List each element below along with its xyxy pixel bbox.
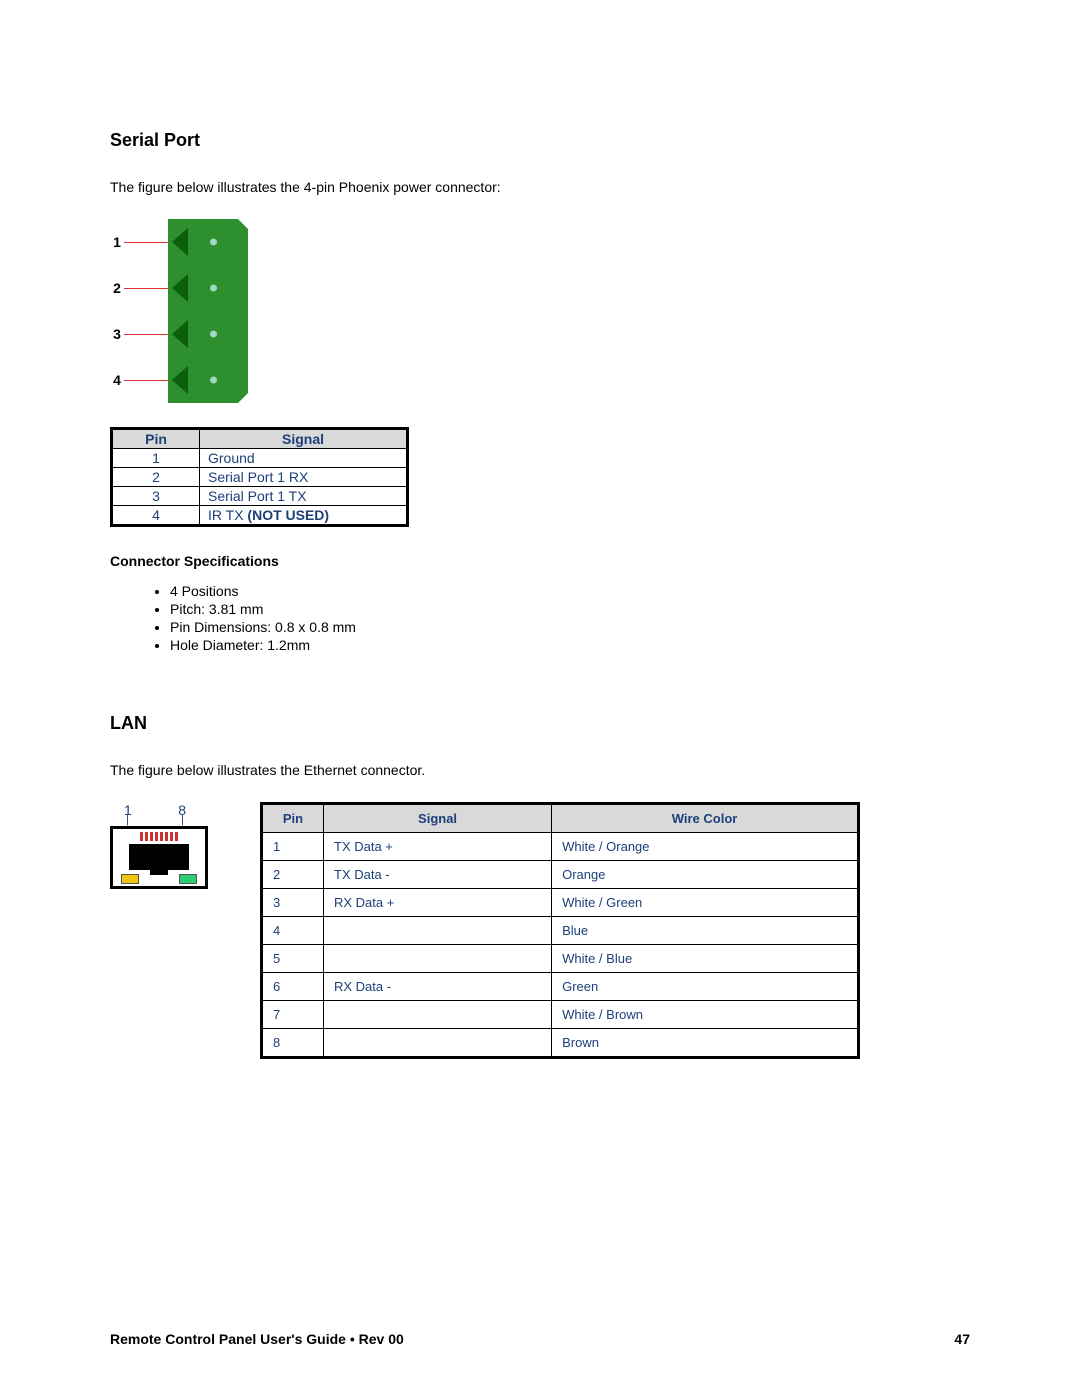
cell-signal bbox=[324, 917, 552, 945]
cell-pin: 7 bbox=[262, 1001, 324, 1029]
table-row: 4 Blue bbox=[262, 917, 859, 945]
list-item: Hole Diameter: 1.2mm bbox=[170, 637, 970, 653]
serial-port-pinout-table: Pin Signal 1 Ground 2 Serial Port 1 RX 3… bbox=[110, 427, 409, 527]
rj45-body bbox=[110, 826, 208, 889]
lan-pinout-table: Pin Signal Wire Color 1 TX Data + White … bbox=[260, 802, 860, 1059]
cell-pin: 8 bbox=[262, 1029, 324, 1058]
phoenix-leader-line bbox=[124, 288, 168, 289]
list-item: Pitch: 3.81 mm bbox=[170, 601, 970, 617]
list-item: 4 Positions bbox=[170, 583, 970, 599]
phoenix-connector-body bbox=[168, 357, 248, 403]
page-number: 47 bbox=[954, 1331, 970, 1347]
list-item: Pin Dimensions: 0.8 x 0.8 mm bbox=[170, 619, 970, 635]
cell-pin: 2 bbox=[112, 468, 200, 487]
content-area: Serial Port The figure below illustrates… bbox=[110, 130, 970, 1059]
cell-signal: Serial Port 1 TX bbox=[200, 487, 408, 506]
table-row: 7 White / Brown bbox=[262, 1001, 859, 1029]
rj45-led-green-icon bbox=[179, 874, 197, 884]
page-footer: Remote Control Panel User's Guide • Rev … bbox=[110, 1331, 970, 1347]
col-header-signal: Signal bbox=[324, 804, 552, 833]
table-header-row: Pin Signal bbox=[112, 429, 408, 449]
col-header-pin: Pin bbox=[262, 804, 324, 833]
heading-connector-specs: Connector Specifications bbox=[110, 553, 970, 569]
col-header-signal: Signal bbox=[200, 429, 408, 449]
cell-wire-color: White / Green bbox=[552, 889, 859, 917]
cell-signal bbox=[324, 1029, 552, 1058]
cell-signal: RX Data + bbox=[324, 889, 552, 917]
cell-signal-text: IR TX bbox=[208, 507, 247, 523]
phoenix-pin-number: 1 bbox=[110, 234, 124, 250]
footer-title-suffix: Rev 00 bbox=[355, 1331, 404, 1347]
table-row: 6 RX Data - Green bbox=[262, 973, 859, 1001]
cell-signal: RX Data - bbox=[324, 973, 552, 1001]
phoenix-pin-row: 2 bbox=[110, 265, 970, 311]
cell-signal: Ground bbox=[200, 449, 408, 468]
intro-lan: The figure below illustrates the Etherne… bbox=[110, 762, 970, 778]
phoenix-connector-body bbox=[168, 219, 248, 265]
cell-pin: 2 bbox=[262, 861, 324, 889]
table-row: 1 Ground bbox=[112, 449, 408, 468]
col-header-wire-color: Wire Color bbox=[552, 804, 859, 833]
cell-signal: Serial Port 1 RX bbox=[200, 468, 408, 487]
cell-pin: 4 bbox=[262, 917, 324, 945]
table-row: 1 TX Data + White / Orange bbox=[262, 833, 859, 861]
cell-pin: 6 bbox=[262, 973, 324, 1001]
phoenix-connector-body bbox=[168, 311, 248, 357]
cell-wire-color: Orange bbox=[552, 861, 859, 889]
cell-wire-color: Blue bbox=[552, 917, 859, 945]
cell-signal-bold: (NOT USED) bbox=[247, 507, 329, 523]
table-row: 3 Serial Port 1 TX bbox=[112, 487, 408, 506]
cell-pin: 4 bbox=[112, 506, 200, 526]
phoenix-leader-line bbox=[124, 334, 168, 335]
intro-serial-port: The figure below illustrates the 4-pin P… bbox=[110, 179, 970, 195]
connector-specs-list: 4 Positions Pitch: 3.81 mm Pin Dimension… bbox=[110, 583, 970, 653]
cell-pin: 1 bbox=[112, 449, 200, 468]
heading-serial-port: Serial Port bbox=[110, 130, 970, 151]
table-row: 5 White / Blue bbox=[262, 945, 859, 973]
cell-signal: IR TX (NOT USED) bbox=[200, 506, 408, 526]
rj45-plug-icon bbox=[129, 844, 189, 870]
phoenix-pin-row: 4 bbox=[110, 357, 970, 403]
cell-wire-color: Brown bbox=[552, 1029, 859, 1058]
phoenix-leader-line bbox=[124, 380, 168, 381]
cell-signal: TX Data + bbox=[324, 833, 552, 861]
rj45-led-yellow-icon bbox=[121, 874, 139, 884]
cell-signal: TX Data - bbox=[324, 861, 552, 889]
cell-pin: 3 bbox=[112, 487, 200, 506]
phoenix-connector-body bbox=[168, 265, 248, 311]
table-row: 2 Serial Port 1 RX bbox=[112, 468, 408, 487]
footer-title-prefix: Remote Control Panel User's Guide bbox=[110, 1331, 350, 1347]
rj45-connector-figure: 1 8 || bbox=[110, 802, 200, 889]
phoenix-pin-number: 2 bbox=[110, 280, 124, 296]
cell-pin: 3 bbox=[262, 889, 324, 917]
table-row: 3 RX Data + White / Green bbox=[262, 889, 859, 917]
heading-lan: LAN bbox=[110, 713, 970, 734]
phoenix-pin-number: 4 bbox=[110, 372, 124, 388]
cell-pin: 5 bbox=[262, 945, 324, 973]
cell-pin: 1 bbox=[262, 833, 324, 861]
footer-title: Remote Control Panel User's Guide • Rev … bbox=[110, 1331, 404, 1347]
document-page: Serial Port The figure below illustrates… bbox=[0, 0, 1080, 1397]
phoenix-connector-figure: 1 2 3 4 bbox=[110, 219, 970, 403]
col-header-pin: Pin bbox=[112, 429, 200, 449]
lan-layout: 1 8 || Pin Signal bbox=[110, 802, 970, 1059]
cell-wire-color: Green bbox=[552, 973, 859, 1001]
cell-wire-color: White / Orange bbox=[552, 833, 859, 861]
phoenix-leader-line bbox=[124, 242, 168, 243]
table-row: 2 TX Data - Orange bbox=[262, 861, 859, 889]
phoenix-pin-row: 1 bbox=[110, 219, 970, 265]
phoenix-pin-row: 3 bbox=[110, 311, 970, 357]
rj45-pins-icon bbox=[119, 832, 199, 842]
cell-wire-color: White / Blue bbox=[552, 945, 859, 973]
cell-signal bbox=[324, 1001, 552, 1029]
table-row: 8 Brown bbox=[262, 1029, 859, 1058]
cell-wire-color: White / Brown bbox=[552, 1001, 859, 1029]
table-header-row: Pin Signal Wire Color bbox=[262, 804, 859, 833]
table-row: 4 IR TX (NOT USED) bbox=[112, 506, 408, 526]
phoenix-pin-number: 3 bbox=[110, 326, 124, 342]
cell-signal bbox=[324, 945, 552, 973]
